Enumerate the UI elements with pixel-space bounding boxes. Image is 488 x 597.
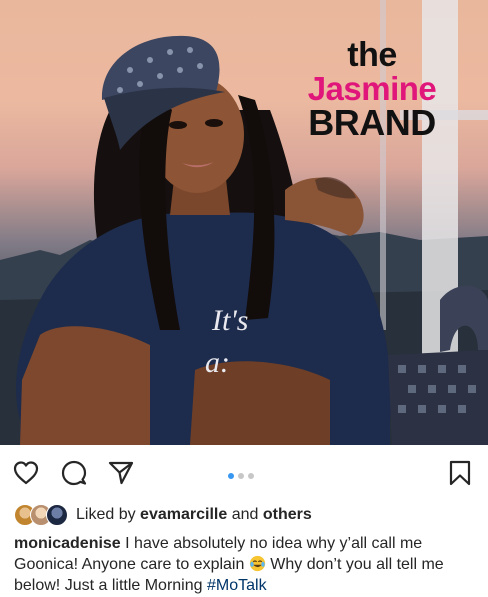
tears-of-joy-emoji-icon	[249, 555, 265, 572]
watermark-jasmine: Jasmine	[307, 70, 437, 107]
likes-line: Liked by evamarcille and others	[14, 502, 312, 528]
carousel-dot-2[interactable]	[238, 473, 244, 479]
shirt-print-line1: It's	[211, 304, 248, 337]
liker-username-link[interactable]: evamarcille	[140, 506, 227, 524]
post-photo[interactable]: It's a: the Jasmine BRAND	[0, 0, 488, 445]
bookmark-icon[interactable]	[446, 459, 474, 487]
action-bar	[0, 445, 488, 495]
liker-avatars[interactable]	[14, 504, 70, 526]
carousel-dot-3[interactable]	[248, 473, 254, 479]
carousel-dot-1[interactable]	[228, 473, 234, 479]
avatar[interactable]	[46, 504, 68, 526]
post-caption: monicadenise I have absolutely no idea w…	[14, 533, 478, 596]
hashtag-link[interactable]: #MoTalk	[207, 577, 267, 594]
likes-others-link[interactable]: others	[263, 506, 312, 524]
watermark-brand: BRAND	[308, 102, 436, 143]
liked-by-label: Liked by	[76, 506, 136, 523]
heart-outline-icon[interactable]	[12, 459, 40, 487]
comment-icon[interactable]	[60, 459, 88, 487]
shirt-print-line2: a:	[205, 346, 230, 379]
instagram-post: It's a: the Jasmine BRAND Liked by evama…	[0, 0, 488, 597]
paper-plane-icon[interactable]	[107, 459, 135, 487]
likes-joiner: and	[231, 506, 259, 523]
watermark-the: the	[347, 36, 397, 74]
brand-watermark-logo: the Jasmine BRAND	[292, 38, 452, 141]
carousel-indicator	[228, 473, 254, 479]
caption-username-link[interactable]: monicadenise	[14, 535, 121, 552]
